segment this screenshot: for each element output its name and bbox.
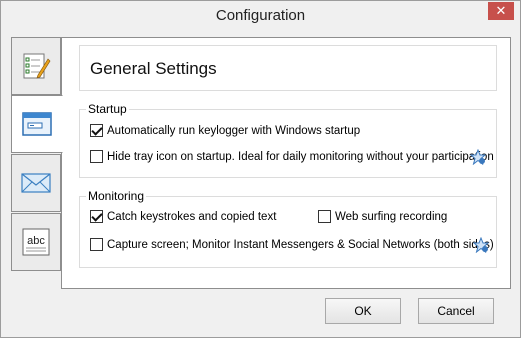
keystrokes-checkbox[interactable] xyxy=(90,210,103,223)
autorun-option[interactable]: Automatically run keylogger with Windows… xyxy=(90,124,360,137)
close-button[interactable]: ✕ xyxy=(488,2,514,20)
envelope-icon xyxy=(21,173,51,193)
autorun-label: Automatically run keylogger with Windows… xyxy=(107,124,361,137)
web-surfing-label: Web surfing recording xyxy=(335,210,448,223)
abc-text-icon: abc xyxy=(22,228,50,256)
tab-strip: abc xyxy=(11,37,63,273)
ok-button[interactable]: OK xyxy=(325,298,401,324)
capture-screen-checkbox[interactable] xyxy=(90,238,103,251)
configuration-window: Configuration ✕ abc General Settings Sta… xyxy=(0,0,521,338)
checklist-pencil-icon xyxy=(23,53,51,79)
tab-general[interactable] xyxy=(11,37,61,95)
window-icon xyxy=(22,112,52,136)
header-box: General Settings xyxy=(79,45,497,91)
hide-tray-checkbox[interactable] xyxy=(90,150,103,163)
cancel-button[interactable]: Cancel xyxy=(418,298,494,324)
title-bar: Configuration ✕ xyxy=(1,1,520,33)
keystrokes-label: Catch keystrokes and copied text xyxy=(107,210,277,223)
monitoring-group-label: Monitoring xyxy=(86,189,147,203)
web-surfing-option[interactable]: Web surfing recording xyxy=(318,210,447,223)
page-title: General Settings xyxy=(90,59,217,78)
web-surfing-checkbox[interactable] xyxy=(318,210,331,223)
keystrokes-option[interactable]: Catch keystrokes and copied text xyxy=(90,210,276,223)
autorun-checkbox[interactable] xyxy=(90,124,103,137)
hide-tray-label: Hide tray icon on startup. Ideal for dai… xyxy=(107,150,494,163)
premium-star-icon xyxy=(473,237,489,253)
tab-text[interactable]: abc xyxy=(11,213,61,271)
tab-window[interactable] xyxy=(11,95,63,153)
startup-group: Startup Automatically run keylogger with… xyxy=(79,102,497,178)
settings-panel: General Settings Startup Automatically r… xyxy=(61,37,511,289)
premium-star-icon xyxy=(470,149,486,165)
tab-email[interactable] xyxy=(11,154,61,212)
svg-text:abc: abc xyxy=(27,235,45,247)
monitoring-group: Monitoring Catch keystrokes and copied t… xyxy=(79,189,497,268)
startup-group-label: Startup xyxy=(86,102,129,116)
capture-screen-label: Capture screen; Monitor Instant Messenge… xyxy=(107,238,494,251)
window-title: Configuration xyxy=(215,7,306,24)
hide-tray-option[interactable]: Hide tray icon on startup. Ideal for dai… xyxy=(90,150,494,163)
capture-screen-option[interactable]: Capture screen; Monitor Instant Messenge… xyxy=(90,238,494,251)
